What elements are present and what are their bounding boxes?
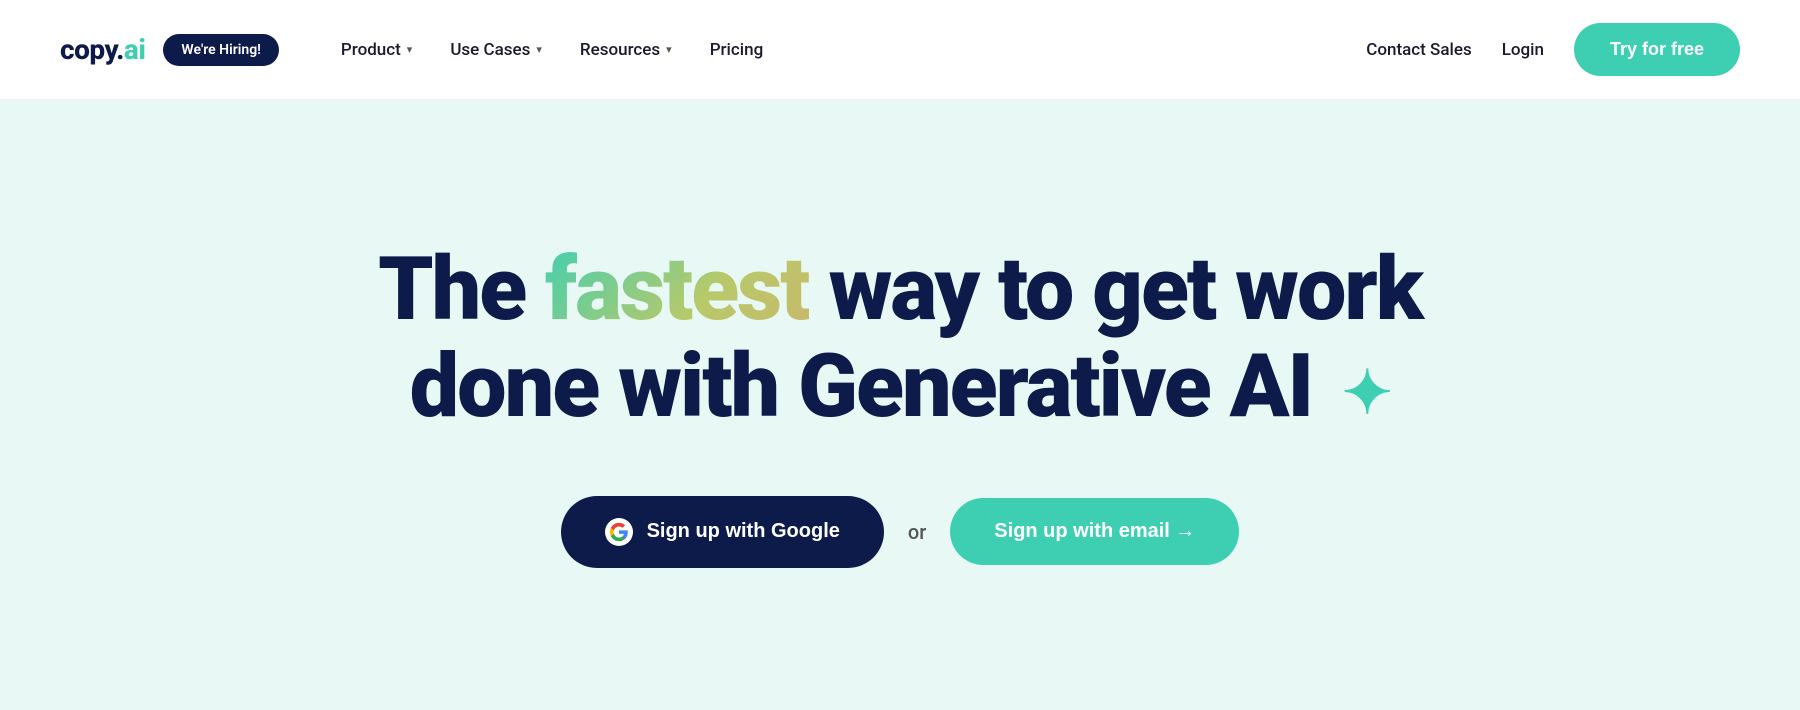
try-for-free-button[interactable]: Try for free — [1574, 23, 1740, 76]
chevron-down-icon: ▾ — [407, 43, 413, 56]
nav-item-resources[interactable]: Resources ▾ — [566, 32, 686, 68]
nav-item-resources-label: Resources — [580, 40, 660, 60]
sign-up-email-button[interactable]: Sign up with email → — [950, 498, 1239, 565]
sparkle-icon: ✦ — [1342, 360, 1390, 426]
or-divider: or — [908, 520, 926, 544]
logo[interactable]: copy.ai — [60, 33, 145, 66]
hiring-badge[interactable]: We're Hiring! — [163, 34, 279, 66]
logo-text: copy.ai — [60, 33, 145, 66]
nav-links: Product ▾ Use Cases ▾ Resources ▾ Pricin… — [327, 32, 777, 68]
nav-item-product-label: Product — [341, 40, 401, 60]
nav-left: copy.ai We're Hiring! Product ▾ Use Case… — [60, 32, 777, 68]
contact-sales-link[interactable]: Contact Sales — [1366, 40, 1471, 60]
sign-up-google-button[interactable]: Sign up with Google — [561, 496, 884, 568]
sign-up-google-label: Sign up with Google — [647, 520, 840, 543]
nav-item-pricing[interactable]: Pricing — [696, 32, 778, 68]
google-icon — [605, 518, 633, 546]
hero-title-accent: fastest — [545, 238, 808, 341]
login-link[interactable]: Login — [1502, 40, 1544, 60]
navbar: copy.ai We're Hiring! Product ▾ Use Case… — [0, 0, 1800, 100]
nav-right: Contact Sales Login Try for free — [1366, 23, 1740, 76]
nav-item-pricing-label: Pricing — [710, 40, 764, 60]
sign-up-email-label: Sign up with email → — [994, 520, 1195, 543]
nav-item-product[interactable]: Product ▾ — [327, 32, 426, 68]
nav-item-use-cases[interactable]: Use Cases ▾ — [436, 32, 556, 68]
hero-title-before: The — [378, 238, 545, 341]
hero-title: The fastest way to get workdone with Gen… — [378, 242, 1422, 436]
logo-accent: ai — [124, 33, 146, 66]
chevron-down-icon: ▾ — [536, 43, 542, 56]
nav-item-use-cases-label: Use Cases — [450, 40, 530, 60]
hero-section: The fastest way to get workdone with Gen… — [0, 100, 1800, 710]
hero-cta: Sign up with Google or Sign up with emai… — [561, 496, 1240, 568]
chevron-down-icon: ▾ — [666, 43, 672, 56]
